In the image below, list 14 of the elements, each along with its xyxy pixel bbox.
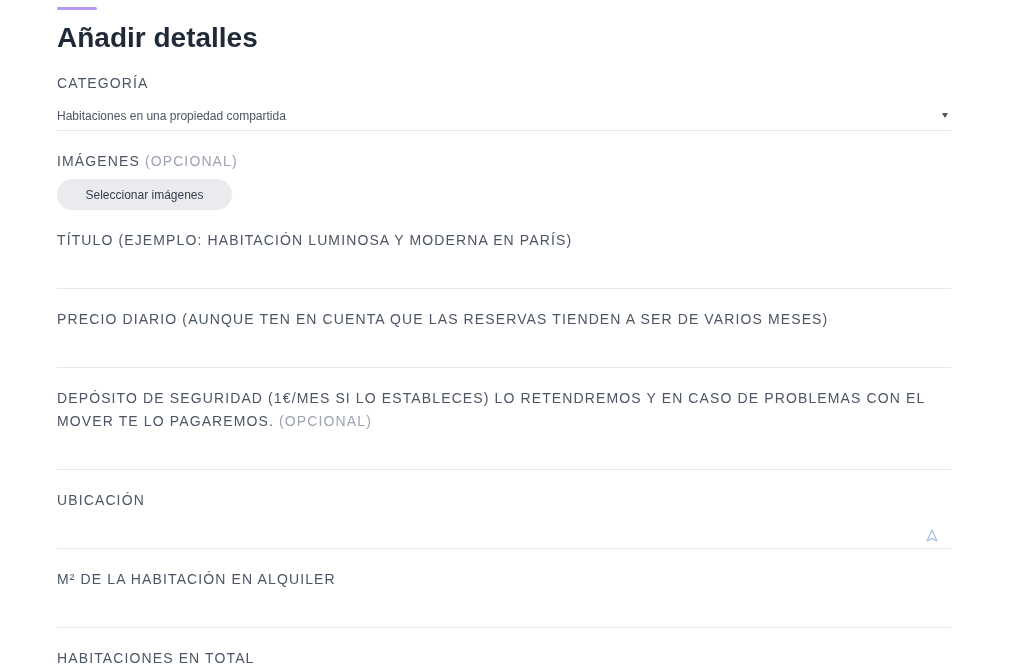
field-label: UBICACIÓN	[57, 491, 146, 510]
navigation-arrow-icon	[926, 529, 938, 542]
category-dropdown[interactable]: Habitaciones en una propiedad compartida	[57, 103, 951, 131]
field-label: CATEGORÍA	[57, 74, 150, 93]
field-label: HABITACIONES EN TOTAL	[57, 649, 256, 668]
field-label: DEPÓSITO DE SEGURIDAD (1€/MES SI LO ESTABLECES) LO RETENDREMOS Y EN CASO DE PROBLEMAS CON EL MOVER TE LO PAGAREMOS. (OPCIONAL)	[57, 389, 926, 431]
field-label: M² DE LA HABITACIÓN EN ALQUILER	[57, 570, 337, 589]
accent-bar	[57, 7, 97, 10]
field-label: IMÁGENES (OPCIONAL)	[57, 152, 239, 171]
page-title: Añadir detalles	[57, 21, 259, 55]
select-images-button[interactable]: Seleccionar imágenes	[57, 179, 232, 210]
caret-icon	[942, 113, 948, 118]
field-label: TÍTULO (EJEMPLO: HABITACIÓN LUMINOSA Y MODERNA EN PARÍS)	[57, 231, 574, 250]
field-label: PRECIO DIARIO (AUNQUE TEN EN CUENTA QUE LAS RESERVAS TIENDEN A SER DE VARIOS MESES)	[57, 310, 830, 329]
